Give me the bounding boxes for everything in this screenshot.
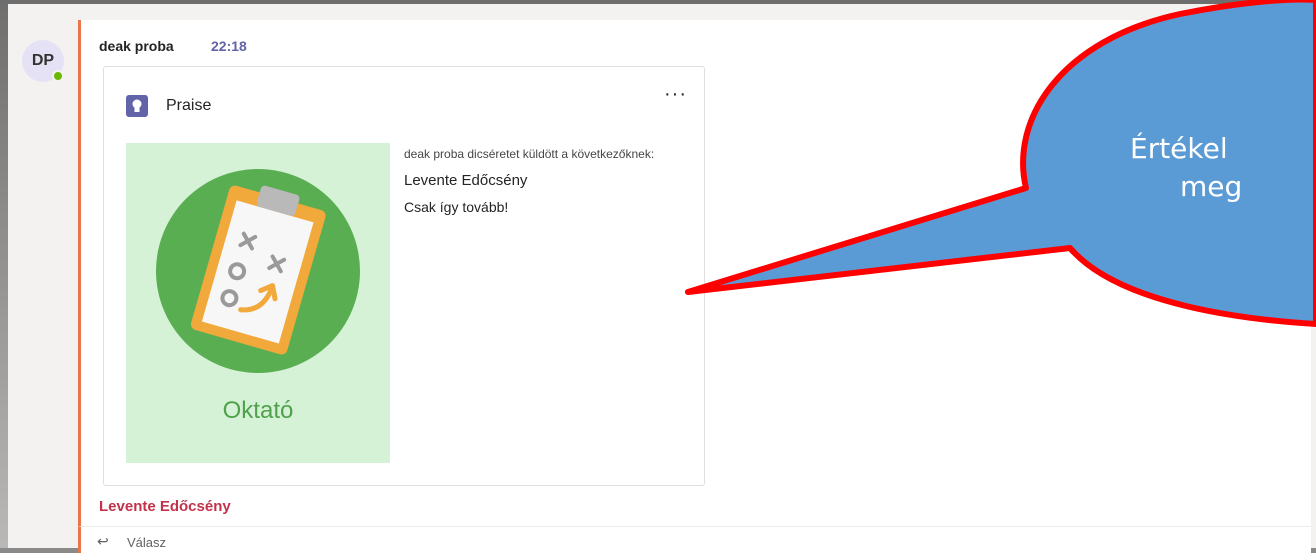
speech-bubble-callout	[685, 0, 1316, 327]
callout-line-2: meg	[1180, 170, 1243, 203]
callout-text: Értékel meg	[1130, 130, 1316, 206]
callout-line-1: Értékel	[1130, 132, 1228, 165]
